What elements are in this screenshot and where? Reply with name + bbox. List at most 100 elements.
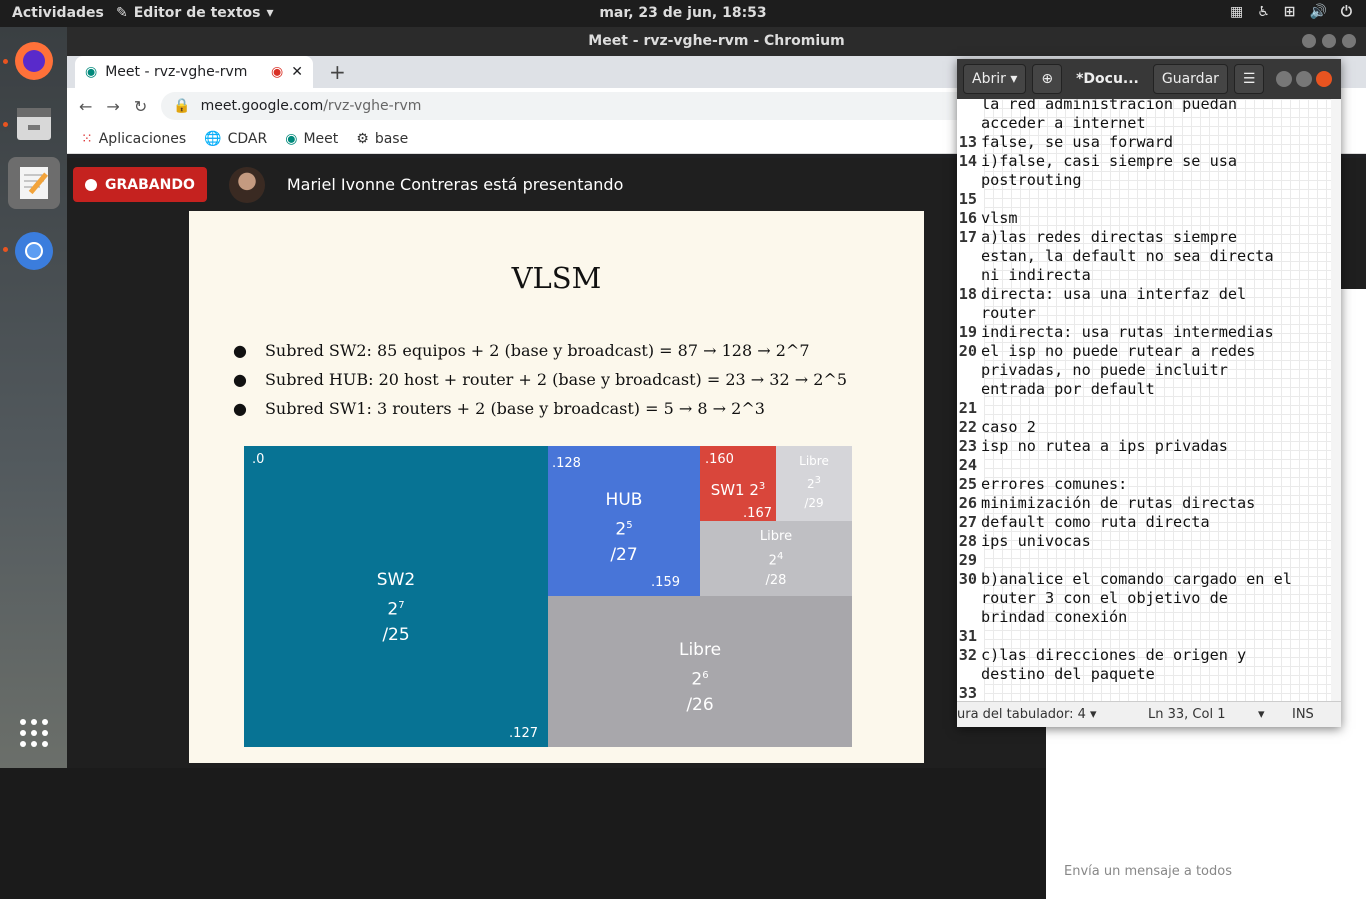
recording-badge[interactable]: GRABANDO bbox=[73, 167, 207, 202]
line-number: 24 bbox=[958, 456, 977, 474]
firefox-icon[interactable] bbox=[8, 35, 60, 87]
list-item: ● Subred SW2: 85 equipos + 2 (base y broa… bbox=[233, 341, 810, 360]
text-editor-dock-icon[interactable] bbox=[8, 157, 60, 209]
close-icon[interactable] bbox=[1342, 34, 1356, 48]
window-titlebar[interactable]: Meet - rvz-vghe-rvm - Chromium bbox=[67, 27, 1366, 56]
line-number bbox=[957, 171, 981, 190]
line-number: 28 bbox=[958, 532, 977, 550]
line-text: b)analice el comando cargado en el bbox=[981, 570, 1292, 588]
back-icon[interactable]: ← bbox=[79, 97, 92, 116]
line-text: minimización de rutas directas bbox=[981, 494, 1256, 512]
open-button[interactable]: Abrir ▾ bbox=[963, 64, 1027, 94]
line-number bbox=[957, 247, 981, 266]
tab-title: Meet - rvz-vghe-rvm bbox=[105, 64, 248, 80]
globe-icon: 🌐 bbox=[204, 130, 222, 147]
insert-mode: INS bbox=[1292, 707, 1314, 722]
scrollbar[interactable] bbox=[1331, 99, 1341, 701]
line-number bbox=[957, 665, 981, 684]
line-text: a)las redes directas siempre bbox=[981, 228, 1238, 246]
forward-icon[interactable]: → bbox=[106, 97, 119, 116]
new-document-icon: ⊕ bbox=[1041, 71, 1054, 87]
editor-line: brindad conexión bbox=[957, 608, 1292, 627]
text-area[interactable]: la red administracion puedan acceder a in… bbox=[957, 99, 1341, 701]
bookmark-apps[interactable]: ⁙ Aplicaciones bbox=[81, 131, 186, 147]
editor-line: 21 bbox=[957, 399, 1292, 418]
slide-bullets: ● Subred SW2: 85 equipos + 2 (base y broa… bbox=[233, 341, 847, 428]
window-title: Meet - rvz-vghe-rvm - Chromium bbox=[588, 33, 845, 49]
editor-line: 18 directa: usa una interfaz del bbox=[957, 285, 1292, 304]
editor-line: 25 errores comunes: bbox=[957, 475, 1292, 494]
presenter-label: Mariel Ivonne Contreras está presentando bbox=[286, 175, 624, 194]
document-title: *Docu... bbox=[1076, 71, 1139, 87]
menu-button[interactable]: ☰ bbox=[1233, 64, 1265, 94]
tab-close-icon[interactable]: ✕ bbox=[291, 64, 303, 80]
line-text: vlsm bbox=[981, 209, 1018, 227]
line-text: isp no rutea a ips privadas bbox=[981, 437, 1228, 455]
avatar bbox=[228, 166, 265, 203]
line-number: 31 bbox=[958, 627, 977, 645]
reload-icon[interactable]: ↻ bbox=[134, 97, 147, 116]
line-text: destino del paquete bbox=[981, 665, 1155, 683]
line-number: 22 bbox=[958, 418, 977, 436]
lock-icon: 🔒 bbox=[173, 98, 191, 114]
line-text: entrada por default bbox=[981, 380, 1155, 398]
tab-meet[interactable]: ◉ Meet - rvz-vghe-rvm ◉ ✕ bbox=[75, 56, 313, 88]
chromium-icon[interactable] bbox=[8, 225, 60, 277]
chevron-down-icon: ▾ bbox=[1010, 71, 1018, 87]
maximize-icon[interactable] bbox=[1322, 34, 1336, 48]
bookmark-cdar[interactable]: 🌐 CDAR bbox=[204, 131, 267, 147]
line-text: caso 2 bbox=[981, 418, 1036, 436]
presentation-slide: VLSM ● Subred SW2: 85 equipos + 2 (base y… bbox=[189, 211, 924, 763]
editor-line: 28 ips univocas bbox=[957, 532, 1292, 551]
clock[interactable]: mar, 23 de jun, 18:53 bbox=[0, 5, 1366, 21]
accessibility-icon: ♿ bbox=[1257, 4, 1270, 20]
line-text: privadas, no puede incluitr bbox=[981, 361, 1228, 379]
system-tray[interactable]: ▦ ♿ ⊞ 🔊 ⏻ bbox=[1230, 4, 1352, 20]
line-number: 14 bbox=[958, 152, 977, 170]
block-hub: .128 HUB 25 /27 .159 bbox=[548, 446, 700, 596]
line-number: 30 bbox=[958, 570, 977, 588]
chat-input[interactable]: Envía un mensaje a todos bbox=[1064, 864, 1232, 879]
line-number bbox=[957, 361, 981, 380]
new-tab-button[interactable]: + bbox=[329, 60, 346, 84]
editor-line: 26 minimización de rutas directas bbox=[957, 494, 1292, 513]
line-text: router bbox=[981, 304, 1036, 322]
editor-line: 19 indirecta: usa rutas intermedias bbox=[957, 323, 1292, 342]
maximize-icon[interactable] bbox=[1296, 71, 1313, 87]
editor-line: 29 bbox=[957, 551, 1292, 570]
line-text: postrouting bbox=[981, 171, 1082, 189]
line-text: el isp no puede rutear a redes bbox=[981, 342, 1256, 360]
line-text: router 3 con el objetivo de bbox=[981, 589, 1228, 607]
editor-headerbar[interactable]: Abrir ▾ ⊕ *Docu... Guardar ☰ bbox=[957, 59, 1341, 99]
close-icon[interactable] bbox=[1316, 71, 1333, 87]
show-apps-icon[interactable] bbox=[8, 707, 60, 759]
editor-line: acceder a internet bbox=[957, 114, 1292, 133]
line-number: 25 bbox=[958, 475, 977, 493]
new-tab-button[interactable]: ⊕ bbox=[1032, 64, 1063, 94]
editor-line: destino del paquete bbox=[957, 665, 1292, 684]
url-host: meet.google.com bbox=[200, 98, 324, 114]
line-number: 20 bbox=[958, 342, 977, 360]
line-text: indirecta: usa rutas intermedias bbox=[981, 323, 1274, 341]
minimize-icon[interactable] bbox=[1276, 71, 1293, 87]
minimize-icon[interactable] bbox=[1302, 34, 1316, 48]
editor-line: 20 el isp no puede rutear a redes bbox=[957, 342, 1292, 361]
top-bar: Actividades ✎ Editor de textos ▾ mar, 23… bbox=[0, 0, 1366, 27]
meet-icon: ◉ bbox=[85, 64, 98, 80]
bookmark-base[interactable]: ⚙ base bbox=[356, 131, 408, 147]
editor-line: entrada por default bbox=[957, 380, 1292, 399]
files-icon[interactable] bbox=[8, 97, 60, 149]
editor-line: 16 vlsm bbox=[957, 209, 1292, 228]
tab-width-selector[interactable]: ura del tabulador: 4 ▾ bbox=[957, 707, 1097, 722]
line-text: c)las direcciones de origen y bbox=[981, 646, 1247, 664]
network-icon: ⊞ bbox=[1283, 4, 1296, 20]
editor-lines: la red administracion puedan acceder a in… bbox=[957, 99, 1292, 701]
bookmark-meet[interactable]: ◉ Meet bbox=[285, 131, 338, 147]
window-controls bbox=[1276, 71, 1333, 87]
address-bar[interactable]: 🔒 meet.google.com/rvz-vghe-rvm bbox=[161, 92, 1012, 120]
chevron-down-icon[interactable]: ▾ bbox=[1258, 707, 1278, 722]
line-text: ips univocas bbox=[981, 532, 1091, 550]
list-item: ● Subred SW1: 3 routers + 2 (base y broad… bbox=[233, 399, 765, 418]
save-button[interactable]: Guardar bbox=[1152, 64, 1228, 94]
line-number: 32 bbox=[958, 646, 977, 664]
